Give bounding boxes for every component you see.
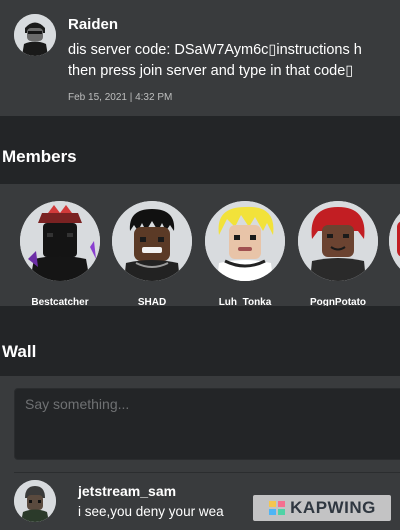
member-tile[interactable] <box>384 196 400 296</box>
kapwing-watermark: KAPWING <box>253 495 391 521</box>
avatar-jetstream-sam-icon <box>14 480 56 522</box>
member-avatar[interactable] <box>20 201 100 281</box>
post-body-line-1: dis server code: DSaW7Aym6c▯instructions… <box>68 42 362 58</box>
avatar-jetstream-sam[interactable] <box>14 480 56 522</box>
avatar-raiden[interactable] <box>14 14 56 56</box>
wall-divider <box>14 472 400 473</box>
group-shout-card: Raiden dis server code: DSaW7Aym6c▯instr… <box>0 0 400 116</box>
post-timestamp: Feb 15, 2021 | 4:32 PM <box>68 92 173 103</box>
comment-text: i see,you deny your wea <box>78 504 224 519</box>
member-name[interactable]: SHAD <box>107 297 197 306</box>
member-tile[interactable]: Bestcatcher <box>15 196 105 306</box>
member-avatar[interactable] <box>112 201 192 281</box>
kapwing-logo-icon <box>269 501 286 515</box>
member-name[interactable]: Bestcatcher <box>15 297 105 306</box>
wall-post-input[interactable] <box>14 388 400 460</box>
member-avatar[interactable] <box>389 201 400 281</box>
member-tile[interactable]: Luh_Tonka <box>200 196 290 306</box>
member-name[interactable]: PognPotato <box>293 297 383 306</box>
member-name[interactable]: Luh_Tonka <box>200 297 290 306</box>
avatar-pognpotato-icon <box>298 201 378 281</box>
avatar-luh-tonka-icon <box>205 201 285 281</box>
members-carousel: Bestcatcher SHAD Luh_Tonka PognPotato <box>0 184 400 306</box>
comment-author-name[interactable]: jetstream_sam <box>78 483 176 499</box>
avatar-partial-icon <box>389 201 400 281</box>
post-author-name[interactable]: Raiden <box>68 16 118 33</box>
wall-heading: Wall <box>2 342 37 361</box>
post-body-line-2: then press join server and type in that … <box>68 63 354 79</box>
avatar-raiden-icon <box>14 14 56 56</box>
member-tile[interactable]: PognPotato <box>293 196 383 306</box>
watermark-text: KAPWING <box>290 498 376 517</box>
avatar-bestcatcher-icon <box>20 201 100 281</box>
member-avatar[interactable] <box>205 201 285 281</box>
member-tile[interactable]: SHAD <box>107 196 197 306</box>
members-heading: Members <box>2 147 77 166</box>
member-avatar[interactable] <box>298 201 378 281</box>
avatar-shad-icon <box>112 201 192 281</box>
